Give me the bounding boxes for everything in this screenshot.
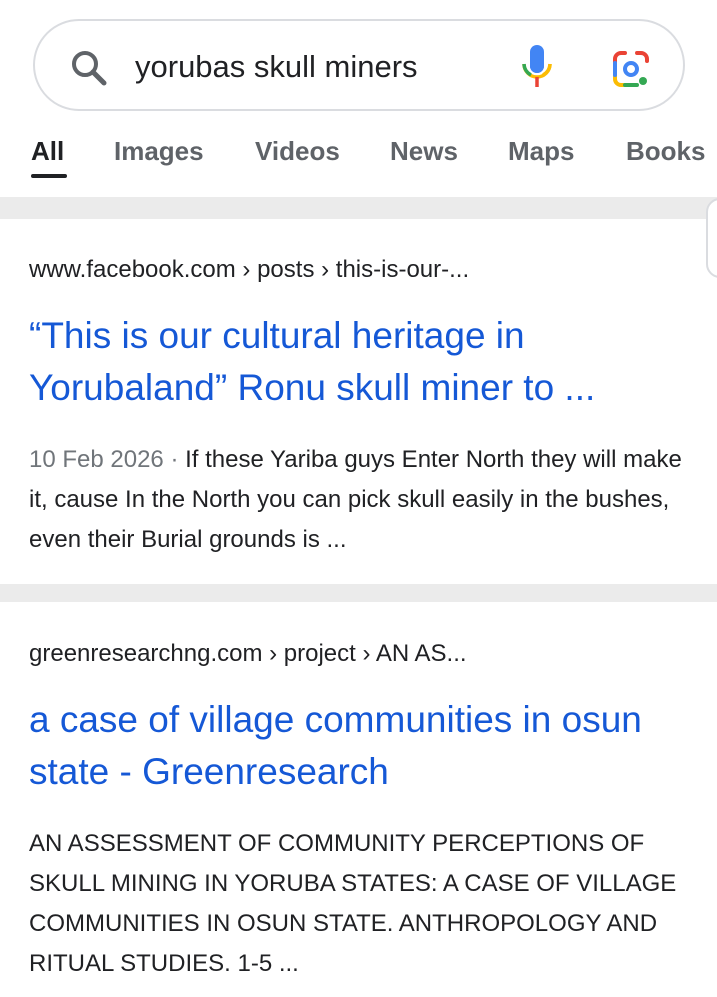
tab-news[interactable]: News	[390, 136, 458, 167]
search-bar[interactable]	[33, 19, 685, 111]
tab-books[interactable]: Books	[626, 136, 705, 167]
tab-all[interactable]: All	[31, 136, 64, 167]
tab-images[interactable]: Images	[114, 136, 204, 167]
result-url[interactable]: greenresearchng.com › project › AN AS...	[29, 638, 689, 670]
result-url[interactable]: www.facebook.com › posts › this-is-our-.…	[29, 254, 689, 286]
result-snippet: AN ASSESSMENT OF COMMUNITY PERCEPTIONS O…	[29, 830, 677, 977]
tabs-divider	[0, 197, 717, 219]
active-tab-indicator	[31, 174, 67, 178]
side-panel-edge	[706, 198, 717, 278]
search-results-page: All Images Videos News Maps Books www.fa…	[0, 0, 717, 997]
search-result: greenresearchng.com › project › AN AS...…	[29, 638, 689, 984]
search-icon[interactable]	[69, 48, 109, 88]
result-title-link[interactable]: a case of village communities in osun st…	[29, 694, 689, 798]
result-snippet: 10 Feb 2026 · If these Yariba guys Enter…	[29, 440, 689, 560]
result-divider	[0, 584, 717, 602]
microphone-icon[interactable]	[519, 43, 555, 91]
tab-videos[interactable]: Videos	[255, 136, 340, 167]
search-input[interactable]	[135, 45, 495, 89]
result-title-link[interactable]: “This is our cultural heritage in Yoruba…	[29, 310, 689, 414]
tab-maps[interactable]: Maps	[508, 136, 574, 167]
google-lens-icon[interactable]	[609, 47, 653, 91]
result-date: 10 Feb 2026 ·	[29, 446, 186, 473]
search-tabs: All Images Videos News Maps Books	[0, 128, 717, 188]
search-result: www.facebook.com › posts › this-is-our-.…	[29, 254, 689, 560]
